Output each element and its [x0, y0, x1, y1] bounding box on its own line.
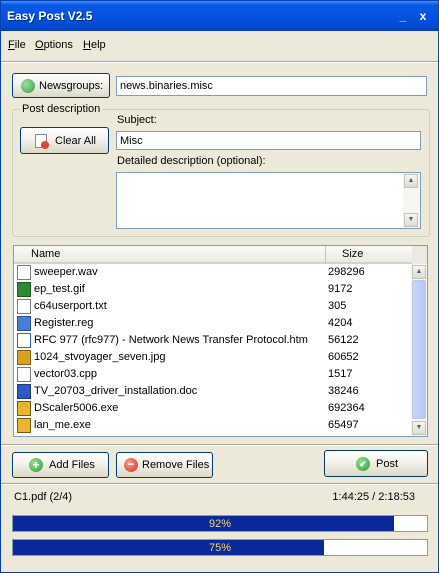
file-size: 9172 [328, 283, 353, 295]
list-scroll-thumb[interactable] [412, 280, 426, 419]
menu-options-accelerator: O [35, 39, 44, 51]
subject-input[interactable] [116, 131, 421, 150]
gif-file-icon [17, 282, 31, 297]
file-name: RFC 977 (rfc977) - Network News Transfer… [34, 334, 308, 346]
checkmark-icon: ✔ [356, 457, 370, 471]
exe-file-icon [17, 401, 31, 416]
menu-bar: File Options Help [1, 31, 438, 59]
file-size: 298296 [328, 266, 365, 278]
file-size: 60652 [328, 351, 359, 363]
word-doc-icon [17, 384, 31, 399]
jpg-file-icon [17, 350, 31, 365]
status-separator [1, 483, 438, 485]
file-name: DScaler5006.exe [34, 402, 119, 414]
file-name: vector03.cpp [34, 368, 97, 380]
file-size: 1517 [328, 368, 353, 380]
post-label: Post [376, 457, 399, 470]
menu-options-label: ptions [43, 39, 73, 51]
list-scrollbar[interactable]: ▲ ▼ [411, 264, 427, 436]
detail-scroll-down-icon[interactable]: ▼ [404, 213, 418, 227]
file-name: sweeper.wav [34, 266, 98, 278]
menu-help[interactable]: Help [83, 39, 106, 51]
table-row[interactable]: TV_20703_driver_installation.doc 38246 [14, 383, 412, 400]
table-row[interactable]: sweeper.wav 298296 [14, 264, 412, 281]
newsgroups-button[interactable]: Newsgroups: [12, 73, 110, 98]
menu-separator [1, 61, 438, 63]
table-row[interactable]: vector03.cpp 1517 [14, 366, 412, 383]
file-size: 305 [328, 300, 347, 312]
detail-label: Detailed description (optional): [117, 155, 266, 167]
file-name: Register.reg [34, 317, 94, 329]
remove-files-label: Remove Files [142, 459, 210, 471]
detail-textarea[interactable]: ▲ ▼ [116, 172, 421, 229]
table-row[interactable]: RFC 977 (rfc977) - Network News Transfer… [14, 332, 412, 349]
menu-help-accelerator: H [83, 39, 91, 51]
registry-file-icon [17, 316, 31, 331]
total-progress-label: 75% [208, 542, 232, 554]
file-size: 65497 [328, 419, 359, 431]
table-row[interactable]: c64userport.txt 305 [14, 298, 412, 315]
clear-all-label: Clear All [55, 134, 96, 147]
elapsed-time: 1:44:25 / 2:18:53 [332, 491, 415, 503]
column-header-name[interactable]: Name [14, 246, 325, 264]
menu-options[interactable]: Options [35, 39, 73, 51]
file-size: 4204 [328, 317, 353, 329]
file-list[interactable]: Name Size sweeper.wav 298296 ep_test.gif 91… [13, 245, 428, 437]
header-spacer [412, 246, 427, 264]
add-files-label: Add Files [49, 459, 95, 471]
current-file-status: C1.pdf (2/4) [14, 491, 73, 503]
file-size: 56122 [328, 334, 359, 346]
file-name: TV_20703_driver_installation.doc [34, 385, 198, 397]
detail-scrollbar[interactable]: ▲ ▼ [403, 173, 420, 228]
subject-label: Subject: [117, 114, 157, 126]
clear-badge-icon [41, 141, 49, 149]
remove-files-button[interactable]: − Remove Files [116, 452, 213, 478]
remove-icon: − [124, 458, 138, 472]
title-bar[interactable]: Easy Post V2.5 _ x [1, 1, 438, 31]
file-progress-bar: 92% [12, 515, 428, 532]
total-progress-bar: 75% [12, 539, 428, 556]
file-size: 692364 [328, 402, 365, 414]
add-files-button[interactable]: + Add Files [12, 452, 109, 478]
exe-file-icon [17, 418, 31, 433]
table-row[interactable]: lan_me.exe 65497 [14, 417, 412, 434]
file-name: ep_test.gif [34, 283, 85, 295]
html-file-icon [17, 333, 31, 348]
list-separator [1, 444, 438, 446]
file-name: 1024_stvoyager_seven.jpg [34, 351, 166, 363]
newsgroups-input[interactable] [116, 76, 427, 96]
table-row[interactable]: 1024_stvoyager_seven.jpg 60652 [14, 349, 412, 366]
minimize-button[interactable]: _ [395, 9, 411, 23]
file-name: c64userport.txt [34, 300, 107, 312]
close-button[interactable]: x [415, 9, 431, 23]
file-progress-label: 92% [208, 518, 232, 530]
table-row[interactable]: Register.reg 4204 [14, 315, 412, 332]
detail-scroll-up-icon[interactable]: ▲ [404, 174, 418, 188]
table-row[interactable]: DScaler5006.exe 692364 [14, 400, 412, 417]
newsgroups-button-label: Newsgroups: [39, 79, 104, 92]
column-header-size[interactable]: Size [325, 246, 412, 264]
main-window: Easy Post V2.5 _ x File Options Help New… [0, 0, 439, 573]
text-file-icon [17, 299, 31, 314]
cpp-file-icon [17, 367, 31, 382]
wav-file-icon [17, 265, 31, 280]
post-button[interactable]: ✔ Post [324, 450, 428, 477]
list-scroll-down-icon[interactable]: ▼ [412, 421, 426, 435]
list-scroll-up-icon[interactable]: ▲ [412, 265, 426, 279]
file-size: 38246 [328, 385, 359, 397]
menu-file-label: ile [14, 39, 26, 51]
menu-file[interactable]: File [8, 39, 26, 51]
add-icon: + [29, 458, 43, 472]
window-title: Easy Post V2.5 [7, 9, 93, 23]
menu-help-label: elp [90, 39, 106, 51]
menu-file-accelerator: F [8, 39, 15, 51]
newsgroups-icon [21, 79, 35, 93]
table-row[interactable]: ep_test.gif 9172 [14, 281, 412, 298]
clear-all-button[interactable]: Clear All [20, 127, 109, 154]
post-description-label: Post description [20, 103, 103, 115]
file-name: lan_me.exe [34, 419, 91, 431]
